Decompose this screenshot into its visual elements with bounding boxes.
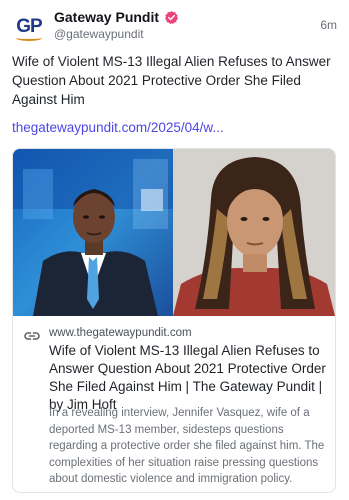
- card-image-right-interview: [173, 149, 335, 316]
- card-image-left-anchor: [13, 149, 173, 316]
- author-name-row: Gateway Pundit: [54, 9, 179, 25]
- card-description: In a revealing interview, Jennifer Vasqu…: [49, 407, 325, 485]
- link-preview-card[interactable]: www.thegatewaypundit.com Wife of Violent…: [12, 148, 336, 493]
- post-link[interactable]: thegatewaypundit.com/2025/04/w...: [12, 120, 224, 135]
- link-icon: [24, 329, 40, 341]
- avatar[interactable]: GP: [12, 10, 46, 44]
- display-name[interactable]: Gateway Pundit: [54, 9, 159, 25]
- card-image[interactable]: [13, 149, 335, 316]
- card-domain: www.thegatewaypundit.com: [49, 327, 192, 339]
- post-text: Wife of Violent MS-13 Illegal Alien Refu…: [12, 54, 331, 107]
- avatar-swoosh: [16, 35, 42, 41]
- account-handle[interactable]: @gatewaypundit: [54, 27, 144, 41]
- social-post: GP Gateway Pundit @gatewaypundit 6m Wife…: [0, 0, 349, 500]
- card-title[interactable]: Wife of Violent MS-13 Illegal Alien Refu…: [49, 342, 331, 414]
- verified-badge-icon: [164, 10, 179, 25]
- post-timestamp[interactable]: 6m: [320, 18, 337, 32]
